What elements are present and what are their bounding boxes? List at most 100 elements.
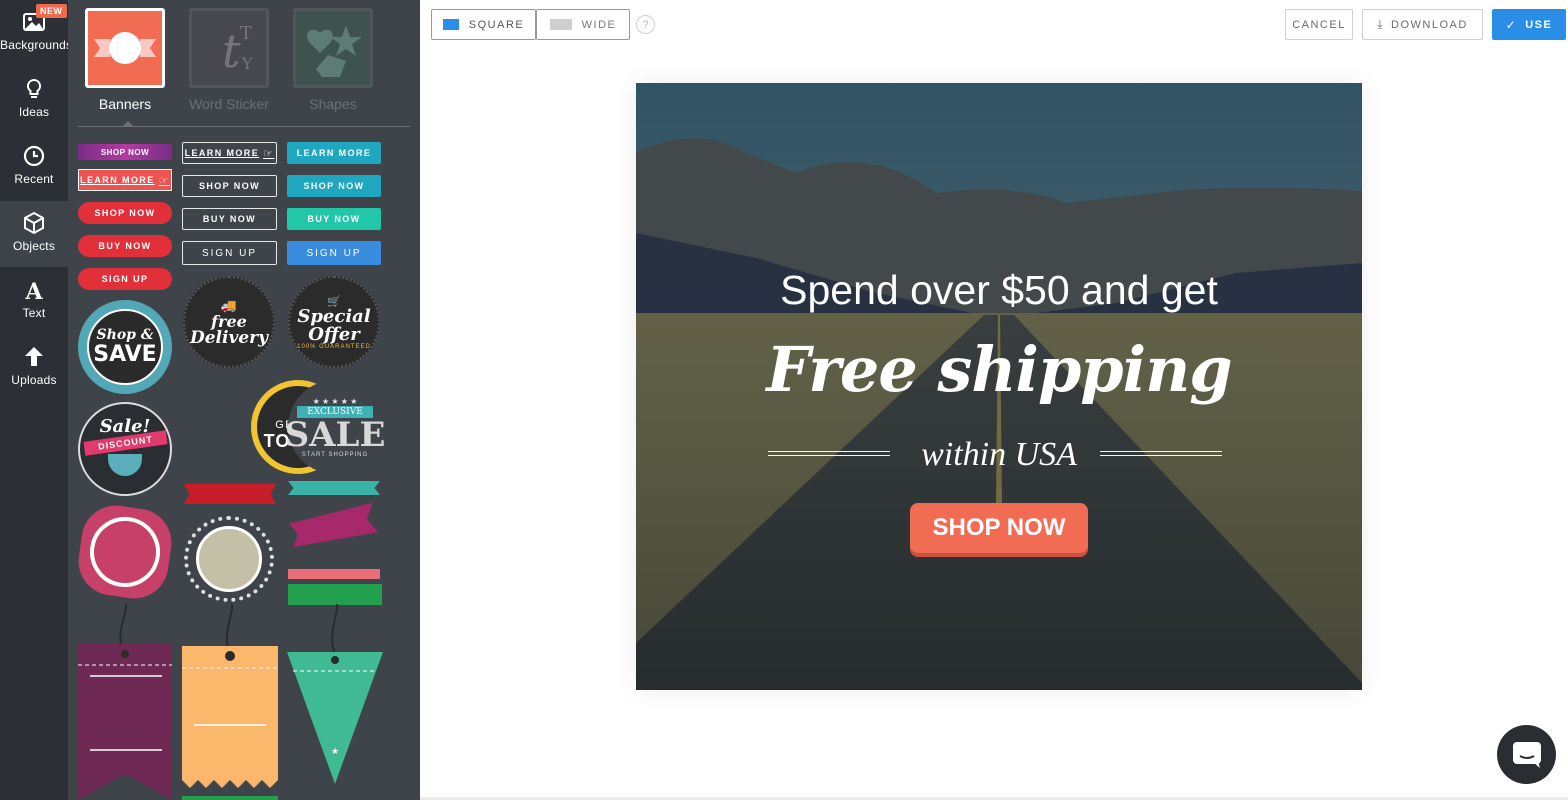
badge-text: SALE [284,414,386,455]
shapes-thumbnail [293,8,373,88]
category-banners[interactable]: Banners [83,8,167,112]
use-button[interactable]: ✓ USE [1492,9,1566,40]
nav-label: Recent [14,172,54,186]
green-bar-shape[interactable] [182,796,278,800]
red-ribbon-shape[interactable] [184,484,276,504]
teal-ribbon-shape[interactable] [288,481,380,495]
banner-buy-now-pill[interactable]: BUY NOW [78,235,172,257]
help-icon[interactable]: ? [636,15,655,34]
objects-library-panel: Banners t T Y Word Sticker Shapes SHOP N… [68,0,420,800]
lightbulb-icon [26,78,42,98]
banner-shop-now-outline[interactable]: SHOP NOW [182,175,277,197]
badge-text: Delivery [189,327,268,348]
download-button[interactable]: ⤓ DOWNLOAD [1362,9,1483,40]
nav-objects[interactable]: Objects [0,201,68,267]
button-label: USE [1525,18,1553,31]
category-shapes[interactable]: Shapes [291,8,375,112]
svg-text:★: ★ [331,746,339,756]
banner-label: SIGN UP [306,247,362,259]
badge-text: 100% GUARANTEED [297,343,371,350]
scalloped-seal-shape[interactable] [74,501,176,603]
banner-label: SIGN UP [201,247,258,259]
nav-label: Ideas [18,105,50,119]
banner-label: LEARN MORE [80,175,155,185]
badge-sale-discount[interactable]: Sale! DISCOUNT [78,402,172,496]
banner-learn-more-outline[interactable]: LEARN MORE ☞ [182,142,277,164]
banner-label: LEARN MORE [184,148,260,158]
square-format-button[interactable]: SQUARE [431,9,536,40]
word-sticker-thumbnail: t T Y [189,8,269,88]
headline-text[interactable]: Spend over $50 and get [636,267,1362,314]
banner-shop-now-ribbon[interactable]: SHOP NOW [78,144,172,160]
word-sticker-icon: t T Y [222,23,253,78]
nav-label: Uploads [11,373,57,387]
stars-icon: ★ ★ ★ ★ ★ [312,396,358,406]
badge-text: Offer [308,323,360,345]
badge-shop-and-save[interactable]: Shop & SAVE [78,300,172,394]
cube-icon [24,211,44,235]
nav-backgrounds[interactable]: NEW Backgrounds [0,0,73,66]
category-word-sticker[interactable]: t T Y Word Sticker [187,8,271,112]
button-label: WIDE [581,18,617,31]
banner-label: SHOP NOW [303,181,365,191]
free-shipping-text[interactable]: Free shipping [636,333,1362,406]
download-icon: ⤓ [1377,17,1385,31]
tag-maroon-shape[interactable] [78,604,172,800]
left-nav-rail: NEW Backgrounds Ideas Recent Objects A T… [0,0,73,800]
banner-buy-now-outline[interactable]: BUY NOW [182,208,277,230]
banner-sign-up-pill[interactable]: SIGN UP [78,268,172,290]
nav-label: Backgrounds [0,38,73,52]
ornate-frame-shape[interactable] [184,516,274,602]
nav-ideas[interactable]: Ideas [0,67,68,133]
banner-label: SHOP NOW [100,147,150,157]
banner-label: SHOP NOW [198,181,261,191]
badge-special-offer[interactable]: 🛒 Special Offer 100% GUARANTEED [288,276,380,368]
nav-label: Objects [12,239,56,253]
cancel-button[interactable]: CANCEL [1285,9,1353,40]
tag-orange-shape[interactable] [182,604,278,800]
banner-sign-up-blue[interactable]: SIGN UP [287,241,381,265]
banner-label: SIGN UP [101,274,149,284]
wide-format-button[interactable]: WIDE [536,9,630,40]
badge-free-delivery[interactable]: 🚚 free Delivery [183,276,275,368]
nav-text[interactable]: A Text [0,268,68,334]
badge-exclusive-sale[interactable]: ★ ★ ★ ★ ★ EXCLUSIVE SALE START SHOPPING [285,380,385,474]
banner-learn-more-teal[interactable]: LEARN MORE [287,142,381,164]
banner-label: BUY NOW [307,214,361,224]
upload-arrow-icon [25,347,43,366]
banner-shop-now-teal[interactable]: SHOP NOW [287,175,381,197]
banner-shop-now-pill[interactable]: SHOP NOW [78,202,172,224]
nav-recent[interactable]: Recent [0,134,68,200]
within-usa-text[interactable]: within USA [636,436,1362,474]
checkmark-icon: ✓ [1505,17,1518,32]
clock-icon [23,145,45,167]
badge-text: Special [297,305,371,327]
wide-swatch-icon [549,19,572,30]
chat-bubble-icon [1512,741,1541,768]
design-canvas[interactable]: Spend over $50 and get Free shipping wit… [636,83,1362,690]
banners-thumbnail [85,8,165,88]
tag-teal-triangle-shape[interactable]: ★ [287,604,383,800]
button-label: SQUARE [468,18,525,31]
banner-label: BUY NOW [98,241,152,251]
category-label: Shapes [309,96,357,112]
banner-sign-up-outline[interactable]: SIGN UP [182,241,277,265]
text-a-icon: A [24,279,43,302]
svg-text:t: t [222,24,241,78]
badge-text: SAVE [93,341,157,367]
banner-buy-now-green[interactable]: BUY NOW [287,208,381,230]
banner-ribbon-icon [94,32,156,64]
pointing-hand-icon: ☞ [158,174,170,187]
chat-launcher-button[interactable] [1497,725,1556,784]
banner-learn-more-red[interactable]: LEARN MORE ☞ [78,169,172,191]
nav-uploads[interactable]: Uploads [0,335,68,401]
shop-now-cta-button[interactable]: SHOP NOW [910,503,1088,553]
magenta-ribbon-shape[interactable] [288,503,378,547]
green-bar-shape[interactable] [288,584,382,605]
badge-inner: Shop & SAVE [87,309,163,385]
category-label: Word Sticker [189,96,269,112]
button-label: DOWNLOAD [1391,18,1468,31]
badge-text: Shop & [96,326,154,343]
pink-bar-shape[interactable] [288,569,380,579]
square-swatch-icon [442,19,459,30]
